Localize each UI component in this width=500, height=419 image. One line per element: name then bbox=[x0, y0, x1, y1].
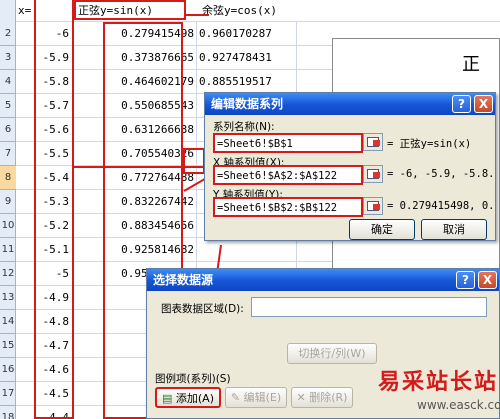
row-number[interactable]: 9 bbox=[0, 190, 16, 214]
range-picker-button[interactable] bbox=[363, 197, 383, 215]
edit-button-label: 编辑(E) bbox=[243, 391, 282, 404]
edit-icon: ✎ bbox=[230, 391, 241, 404]
x-values-input[interactable]: =Sheet6!$A$2:$A$122 bbox=[213, 165, 363, 185]
chart-title: 正 bbox=[462, 54, 480, 75]
chart-range-label: 图表数据区域(D): bbox=[161, 303, 244, 315]
cancel-button[interactable]: 取消 bbox=[421, 219, 487, 240]
row-number[interactable]: 10 bbox=[0, 214, 16, 238]
row-number[interactable]: 14 bbox=[0, 310, 16, 334]
row-number[interactable]: 15 bbox=[0, 334, 16, 358]
row-number[interactable]: 3 bbox=[0, 46, 16, 70]
row-number[interactable]: 11 bbox=[0, 238, 16, 262]
add-series-button[interactable]: ▤ 添加(A) bbox=[155, 387, 221, 408]
switch-row-column-button[interactable]: 切换行/列(W) bbox=[287, 343, 377, 364]
add-button-label: 添加(A) bbox=[175, 392, 214, 405]
cell-cos[interactable]: 0.960170287 bbox=[197, 22, 297, 46]
annotation-arrow-line bbox=[72, 166, 212, 168]
chart-range-input[interactable] bbox=[251, 297, 487, 317]
edit-series-button[interactable]: ✎ 编辑(E) bbox=[225, 387, 287, 408]
row-number[interactable]: 8 bbox=[0, 166, 16, 190]
delete-button-label: 删除(R) bbox=[309, 391, 348, 404]
help-button[interactable]: ? bbox=[452, 95, 471, 113]
series-name-preview: = 正弦y=sin(x) bbox=[387, 138, 472, 150]
select-data-source-dialog: 选择数据源 ? X 图表数据区域(D): 切换行/列(W) 图例项(系列)(S)… bbox=[146, 268, 500, 419]
row-number[interactable]: 12 bbox=[0, 262, 16, 286]
row-number[interactable]: 7 bbox=[0, 142, 16, 166]
close-button[interactable]: X bbox=[474, 95, 493, 113]
annotation-header-box bbox=[74, 0, 186, 20]
delete-icon: ✕ bbox=[296, 391, 306, 404]
y-values-preview: = 0.279415498, 0.... bbox=[387, 200, 495, 212]
dialog-title: 选择数据源 bbox=[147, 269, 499, 291]
row-number[interactable]: 6 bbox=[0, 118, 16, 142]
help-button[interactable]: ? bbox=[456, 271, 475, 289]
cell-cos[interactable]: 0.885519517 bbox=[197, 70, 297, 94]
row-number[interactable]: 2 bbox=[0, 22, 16, 46]
annotation-column-a-box bbox=[34, 0, 74, 419]
row-number[interactable]: 4 bbox=[0, 70, 16, 94]
cell-cos[interactable]: 0.927478431 bbox=[197, 46, 297, 70]
row-number[interactable]: 16 bbox=[0, 358, 16, 382]
range-picker-button[interactable] bbox=[363, 133, 383, 151]
row-number[interactable]: 17 bbox=[0, 382, 16, 406]
row-number[interactable]: 5 bbox=[0, 94, 16, 118]
annotation-selected-cell-box bbox=[183, 148, 205, 174]
row-number[interactable]: 13 bbox=[0, 286, 16, 310]
watermark-logo: 易采站长站 bbox=[378, 369, 499, 395]
y-values-input[interactable]: =Sheet6!$B$2:$B$122 bbox=[213, 197, 363, 217]
header-cell-c[interactable]: 余弦y=cos(x) bbox=[200, 0, 300, 22]
row-header-column: 2 3 4 5 6 7 8 9 10 11 12 13 14 15 16 17 18 bbox=[0, 0, 16, 419]
legend-entries-label: 图例项(系列)(S) bbox=[155, 373, 231, 385]
add-icon: ▤ bbox=[161, 392, 173, 405]
annotation-arrow-line bbox=[186, 14, 209, 16]
close-button[interactable]: X bbox=[478, 271, 497, 289]
watermark-url: www.easck.com bbox=[417, 398, 500, 412]
edit-series-dialog: 编辑数据系列 ? X 系列名称(N): =Sheet6!$B$1 = 正弦y=s… bbox=[204, 92, 496, 241]
series-name-label: 系列名称(N): bbox=[213, 121, 275, 133]
x-values-preview: = -6, -5.9, -5.8... bbox=[387, 168, 495, 180]
ok-button[interactable]: 确定 bbox=[349, 219, 415, 240]
row-number[interactable]: 18 bbox=[0, 406, 16, 419]
series-name-input[interactable]: =Sheet6!$B$1 bbox=[213, 133, 363, 153]
cell-cos[interactable] bbox=[197, 238, 297, 262]
delete-series-button[interactable]: ✕ 删除(R) bbox=[291, 387, 353, 408]
range-picker-button[interactable] bbox=[363, 165, 383, 183]
